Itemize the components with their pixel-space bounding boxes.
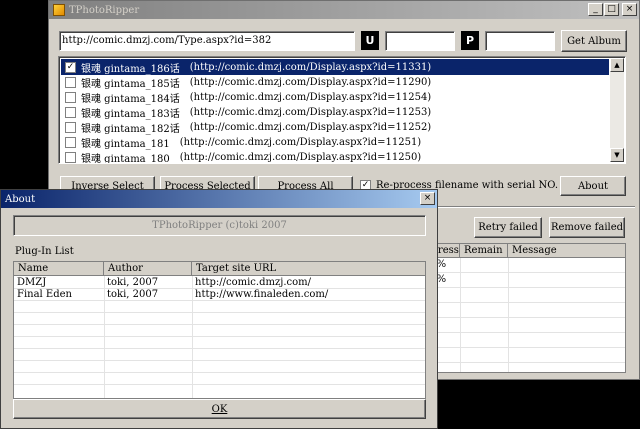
episode-checkbox[interactable] <box>65 136 76 148</box>
author-column-header[interactable]: Author <box>104 262 192 276</box>
episode-item[interactable]: 银魂 gintama_185话 (http://comic.dmzj.com/Di… <box>61 74 609 90</box>
scroll-down-arrow-icon[interactable]: ▼ <box>610 148 624 162</box>
episode-checkbox[interactable] <box>65 91 76 103</box>
password-label: P <box>461 31 479 50</box>
episode-name: 银魂 gintama_182话 <box>81 123 180 135</box>
plugin-name-cell: DMZJ <box>17 277 47 288</box>
maximize-button[interactable]: □ <box>604 3 619 16</box>
episode-name: 银魂 gintama_183话 <box>81 108 180 120</box>
grid-row-line <box>14 312 425 313</box>
close-button[interactable]: × <box>622 3 637 16</box>
plugin-url-cell: http://comic.dmzj.com/ <box>195 277 311 288</box>
grid-row-line <box>14 384 425 385</box>
episode-checkbox[interactable] <box>65 121 76 133</box>
about-close-button[interactable]: × <box>420 192 435 205</box>
about-titlebar[interactable]: About × <box>1 190 437 208</box>
about-dialog: About × TPhotoRipper (c)toki 2007 Plug-I… <box>0 189 438 429</box>
episode-item[interactable]: 银魂 gintama_182话 (http://comic.dmzj.com/Di… <box>61 119 609 135</box>
message-column-header[interactable]: Message <box>508 244 625 258</box>
about-button[interactable]: About <box>560 176 626 196</box>
episode-url: (http://comic.dmzj.com/Display.aspx?id=1… <box>179 151 422 163</box>
episode-url: (http://comic.dmzj.com/Display.aspx?id=1… <box>189 121 432 133</box>
plugin-row[interactable]: Final Eden toki, 2007 http://www.finaleden… <box>14 289 425 301</box>
minimize-button[interactable]: _ <box>588 3 603 16</box>
episode-url: (http://comic.dmzj.com/Display.aspx?id=1… <box>189 91 432 103</box>
app-icon <box>53 4 65 16</box>
grid-column-divider <box>460 258 461 372</box>
episode-name: 银魂 gintama_180 <box>81 153 170 164</box>
remove-failed-button[interactable]: Remove failed <box>549 217 625 238</box>
password-input[interactable] <box>485 31 555 51</box>
grid-column-divider <box>508 258 509 372</box>
target-url-column-header[interactable]: Target site URL <box>192 262 425 276</box>
remain-column-header[interactable]: Remain <box>460 244 508 258</box>
episode-item[interactable]: 银魂 gintama_181 (http://comic.dmzj.com/Dis… <box>61 134 609 150</box>
retry-failed-button[interactable]: Retry failed <box>474 217 542 238</box>
grid-row-line <box>14 372 425 373</box>
about-banner: TPhotoRipper (c)toki 2007 <box>13 215 426 236</box>
episode-item[interactable]: 银魂 gintama_184话 (http://comic.dmzj.com/Di… <box>61 89 609 105</box>
user-label: U <box>361 31 379 50</box>
episode-url: (http://comic.dmzj.com/Display.aspx?id=1… <box>179 136 422 148</box>
progress-grid[interactable]: Progress Remain Message 72%26%------ <box>409 243 626 373</box>
episode-name: 银魂 gintama_185话 <box>81 78 180 90</box>
episode-name: 银魂 gintama_186话 <box>81 63 180 75</box>
plugin-author-cell: toki, 2007 <box>107 277 159 288</box>
plugin-grid[interactable]: Name Author Target site URL DMZJ toki, 20… <box>13 261 426 399</box>
episode-url: (http://comic.dmzj.com/Display.aspx?id=1… <box>189 106 432 118</box>
episode-url: (http://comic.dmzj.com/Display.aspx?id=1… <box>189 61 432 73</box>
ok-button[interactable]: OK <box>13 399 426 419</box>
episode-name: 银魂 gintama_184话 <box>81 93 180 105</box>
plugin-url-cell: http://www.finaleden.com/ <box>195 289 329 300</box>
episode-url: (http://comic.dmzj.com/Display.aspx?id=1… <box>189 76 432 88</box>
episode-checkbox[interactable] <box>65 76 76 88</box>
episode-list-scrollbar[interactable]: ▲ ▼ <box>610 58 624 162</box>
main-window-title: TPhotoRipper <box>69 4 140 16</box>
episode-checkbox[interactable] <box>65 106 76 118</box>
name-column-header[interactable]: Name <box>14 262 104 276</box>
episode-checkbox[interactable]: ✓ <box>65 61 76 73</box>
main-titlebar[interactable]: TPhotoRipper _ □ × <box>49 1 639 19</box>
plugin-list-label: Plug-In List <box>15 246 74 257</box>
get-album-button[interactable]: Get Album <box>561 30 627 52</box>
episode-checkbox[interactable] <box>65 151 76 163</box>
user-input[interactable] <box>385 31 455 51</box>
plugin-row[interactable]: DMZJ toki, 2007 http://comic.dmzj.com/ <box>14 277 425 289</box>
episode-name: 银魂 gintama_181 <box>81 138 170 150</box>
grid-row-line <box>14 348 425 349</box>
grid-row-line <box>14 360 425 361</box>
scroll-up-arrow-icon[interactable]: ▲ <box>610 58 624 72</box>
plugin-name-cell: Final Eden <box>17 289 72 300</box>
episode-item[interactable]: 银魂 gintama_183话 (http://comic.dmzj.com/Di… <box>61 104 609 120</box>
episode-item[interactable]: 银魂 gintama_180 (http://comic.dmzj.com/Dis… <box>61 149 609 164</box>
album-url-input[interactable]: http://comic.dmzj.com/Type.aspx?id=382 <box>59 31 355 51</box>
about-dialog-title: About <box>5 193 36 205</box>
grid-row-line <box>14 324 425 325</box>
ok-button-label: OK <box>211 403 228 415</box>
grid-row-line <box>14 336 425 337</box>
episode-item[interactable]: ✓ 银魂 gintama_186话 (http://comic.dmzj.com/D… <box>61 59 609 75</box>
plugin-author-cell: toki, 2007 <box>107 289 159 300</box>
episode-list[interactable]: ✓ 银魂 gintama_186话 (http://comic.dmzj.com/D… <box>58 56 626 164</box>
